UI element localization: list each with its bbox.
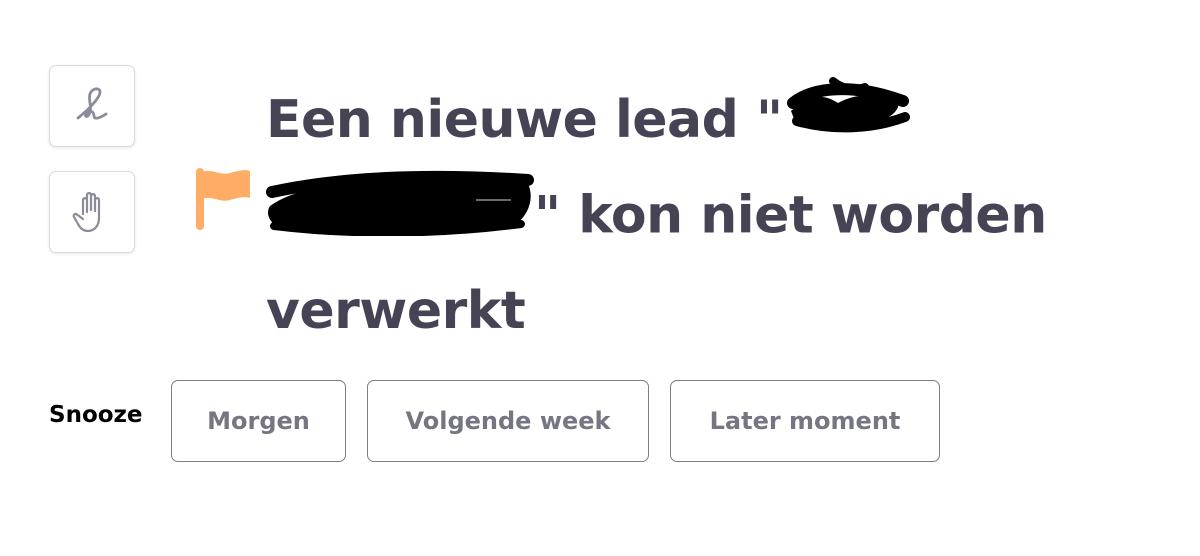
title-line-1: Een nieuwe lead " (266, 76, 1146, 170)
title-text-3: verwerkt (266, 280, 526, 341)
hand-button[interactable] (49, 171, 135, 253)
title-line-3: verwerkt (266, 267, 1146, 355)
signature-icon (70, 84, 114, 128)
notification-title: Een nieuwe lead " " kon niet worden verw… (266, 76, 1146, 355)
title-line-2: " kon niet worden (266, 170, 1146, 267)
title-text-1: Een nieuwe lead " (266, 90, 783, 150)
signature-button[interactable] (49, 65, 135, 147)
title-text-2: " kon niet worden (534, 185, 1047, 245)
hand-icon (70, 188, 114, 236)
redaction-mark-2 (266, 166, 534, 263)
snooze-next-week-button[interactable]: Volgende week (367, 380, 649, 462)
flag-icon (194, 166, 252, 232)
snooze-label: Snooze (49, 402, 143, 428)
redaction-mark-1 (783, 73, 913, 166)
snooze-later-button[interactable]: Later moment (670, 380, 940, 462)
snooze-tomorrow-button[interactable]: Morgen (171, 380, 346, 462)
